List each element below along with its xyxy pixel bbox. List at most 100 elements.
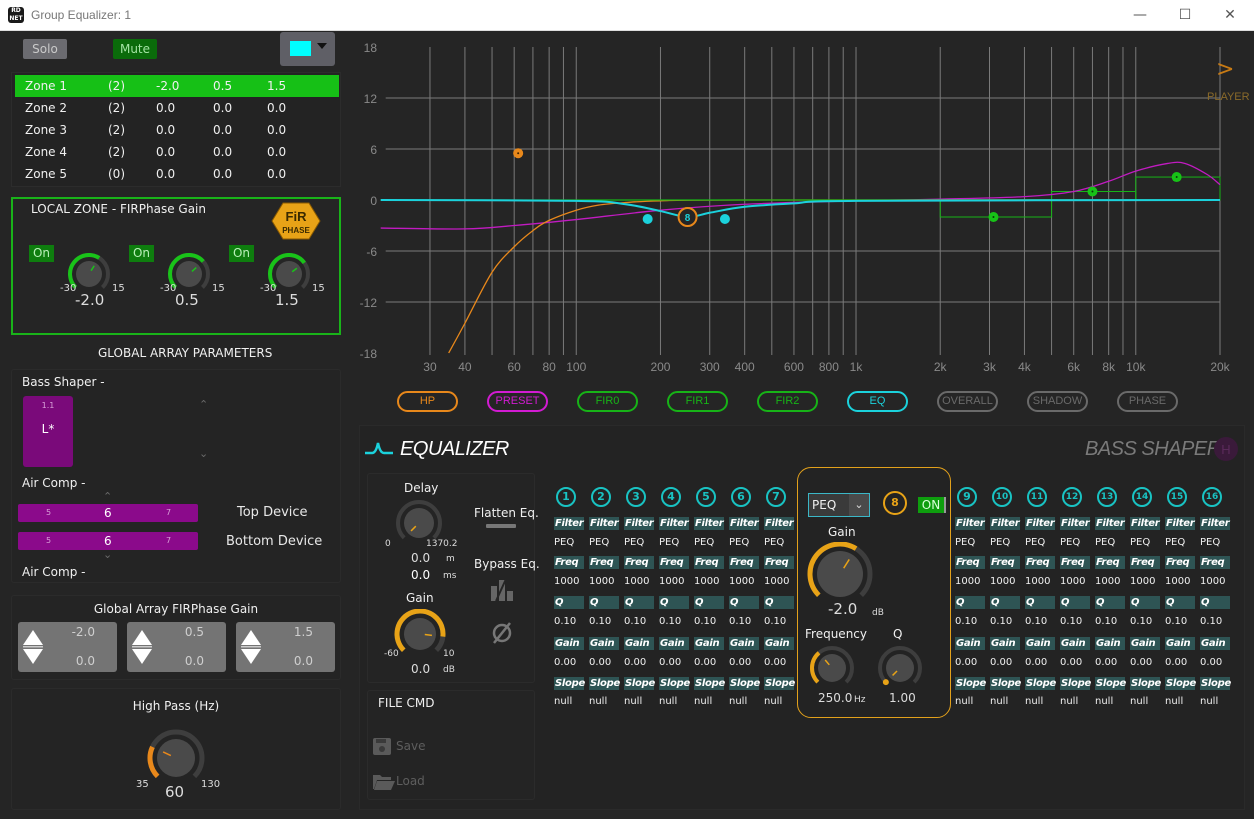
band-q-value[interactable]: 0.10: [554, 616, 576, 627]
phase-invert-icon[interactable]: [490, 621, 514, 645]
band-number[interactable]: 3: [626, 487, 646, 507]
band-freq-value[interactable]: 1000: [1130, 576, 1155, 587]
zone-on-toggle[interactable]: On: [229, 245, 254, 262]
band-slope-value[interactable]: null: [554, 696, 572, 707]
band-slope-value[interactable]: null: [1165, 696, 1183, 707]
band-filter-value[interactable]: PEQ: [1095, 537, 1115, 548]
band-filter-value[interactable]: PEQ: [1025, 537, 1045, 548]
band-freq-value[interactable]: 1000: [955, 576, 980, 587]
band-gain-value[interactable]: 0.00: [990, 657, 1012, 668]
tab-fir0[interactable]: FIR0: [577, 391, 638, 412]
tab-phase[interactable]: PHASE: [1117, 391, 1178, 412]
band-slope-value[interactable]: null: [589, 696, 607, 707]
close-button[interactable]: ✕: [1210, 4, 1250, 26]
device-scroll-up-icon[interactable]: ⌃: [103, 490, 112, 503]
save-button[interactable]: Save: [373, 737, 433, 757]
band-freq-value[interactable]: 1000: [1060, 576, 1085, 587]
top-device-selector[interactable]: 5 6 7: [18, 504, 198, 522]
band-number[interactable]: 14: [1132, 487, 1152, 507]
band-slope-value[interactable]: null: [764, 696, 782, 707]
band-filter-value[interactable]: PEQ: [1130, 537, 1150, 548]
band-gain-value[interactable]: 0.00: [624, 657, 646, 668]
band-q-value[interactable]: 0.10: [1200, 616, 1222, 627]
band-freq-value[interactable]: 1000: [1025, 576, 1050, 587]
band-type-select[interactable]: PEQ ⌄: [808, 493, 870, 517]
device-scroll-down-icon[interactable]: ⌄: [103, 548, 112, 561]
band-filter-value[interactable]: PEQ: [659, 537, 679, 548]
band-number[interactable]: 10: [992, 487, 1012, 507]
band-filter-value[interactable]: PEQ: [624, 537, 644, 548]
band-number[interactable]: 6: [731, 487, 751, 507]
zone-row[interactable]: Zone 2 (2) 0.0 0.0 0.0: [15, 97, 339, 119]
band-q-value[interactable]: 0.10: [1130, 616, 1152, 627]
band-number[interactable]: 1: [556, 487, 576, 507]
band-slope-value[interactable]: null: [659, 696, 677, 707]
band-number[interactable]: 2: [591, 487, 611, 507]
up-down-arrows-icon[interactable]: [132, 630, 152, 664]
band-q-value[interactable]: 0.10: [1060, 616, 1082, 627]
zone-on-toggle[interactable]: On: [129, 245, 154, 262]
band-q-value[interactable]: 0.10: [729, 616, 751, 627]
band-filter-value[interactable]: PEQ: [1200, 537, 1220, 548]
band-slope-value[interactable]: null: [1130, 696, 1148, 707]
tab-overall[interactable]: OVERALL: [937, 391, 998, 412]
band-q-value[interactable]: 0.10: [1095, 616, 1117, 627]
band-gain-value[interactable]: 0.00: [554, 657, 576, 668]
band-gain-value[interactable]: 0.00: [1025, 657, 1047, 668]
band-filter-value[interactable]: PEQ: [990, 537, 1010, 548]
band-slope-value[interactable]: null: [990, 696, 1008, 707]
band-freq-value[interactable]: 1000: [764, 576, 789, 587]
band-gain-knob[interactable]: [805, 542, 875, 606]
band-q-value[interactable]: 0.10: [624, 616, 646, 627]
band-number[interactable]: 4: [661, 487, 681, 507]
delay-knob[interactable]: [394, 499, 444, 543]
band-gain-value[interactable]: 0.00: [729, 657, 751, 668]
band-filter-value[interactable]: PEQ: [729, 537, 749, 548]
maximize-button[interactable]: ☐: [1165, 4, 1205, 26]
band-filter-value[interactable]: PEQ: [1060, 537, 1080, 548]
band-filter-value[interactable]: PEQ: [554, 537, 574, 548]
frequency-response-chart[interactable]: 181260-6-12-1830 40 60 80 100 200 300 400 600 800…: [355, 34, 1254, 379]
minimize-button[interactable]: —: [1120, 4, 1160, 26]
band-freq-value[interactable]: 1000: [659, 576, 684, 587]
band-gain-value[interactable]: 0.00: [1165, 657, 1187, 668]
band-gain-value[interactable]: 0.00: [1095, 657, 1117, 668]
bass-scroll-down-icon[interactable]: ⌄: [199, 447, 208, 460]
tab-eq[interactable]: EQ: [847, 391, 908, 412]
band-freq-value[interactable]: 1000: [1165, 576, 1190, 587]
band-q-knob[interactable]: [876, 645, 924, 689]
zone-row[interactable]: Zone 1 (2) -2.0 0.5 1.5: [15, 75, 339, 97]
band-frequency-knob[interactable]: [808, 645, 856, 689]
band-freq-value[interactable]: 1000: [554, 576, 579, 587]
band-number[interactable]: 16: [1202, 487, 1222, 507]
band-freq-value[interactable]: 1000: [589, 576, 614, 587]
band-number[interactable]: 9: [957, 487, 977, 507]
band-slope-value[interactable]: null: [1095, 696, 1113, 707]
player-button[interactable]: > PLAYER: [1205, 57, 1250, 107]
bypass-eq-icon[interactable]: [490, 578, 514, 602]
band-q-value[interactable]: 0.10: [955, 616, 977, 627]
band-number[interactable]: 11: [1027, 487, 1047, 507]
band-gain-value[interactable]: 0.00: [1060, 657, 1082, 668]
global-gain-spinbox[interactable]: 1.5 0.0: [236, 622, 335, 672]
band-number[interactable]: 5: [696, 487, 716, 507]
zone-row[interactable]: Zone 5 (0) 0.0 0.0 0.0: [15, 163, 339, 185]
load-button[interactable]: Load: [373, 772, 433, 792]
band-freq-value[interactable]: 1000: [729, 576, 754, 587]
flatten-eq-button[interactable]: [486, 524, 516, 528]
bass-scroll-up-icon[interactable]: ⌃: [199, 398, 208, 411]
band-number[interactable]: 7: [766, 487, 786, 507]
tab-preset[interactable]: PRESET: [487, 391, 548, 412]
up-down-arrows-icon[interactable]: [23, 630, 43, 664]
band-slope-value[interactable]: null: [1025, 696, 1043, 707]
band-freq-value[interactable]: 1000: [624, 576, 649, 587]
band-slope-value[interactable]: null: [624, 696, 642, 707]
band-freq-value[interactable]: 1000: [990, 576, 1015, 587]
band-q-value[interactable]: 0.10: [990, 616, 1012, 627]
band-number[interactable]: 13: [1097, 487, 1117, 507]
band-freq-value[interactable]: 1000: [1200, 576, 1225, 587]
zone-row[interactable]: Zone 4 (2) 0.0 0.0 0.0: [15, 141, 339, 163]
band-q-value[interactable]: 0.10: [589, 616, 611, 627]
band-filter-value[interactable]: PEQ: [764, 537, 784, 548]
band-gain-value[interactable]: 0.00: [659, 657, 681, 668]
